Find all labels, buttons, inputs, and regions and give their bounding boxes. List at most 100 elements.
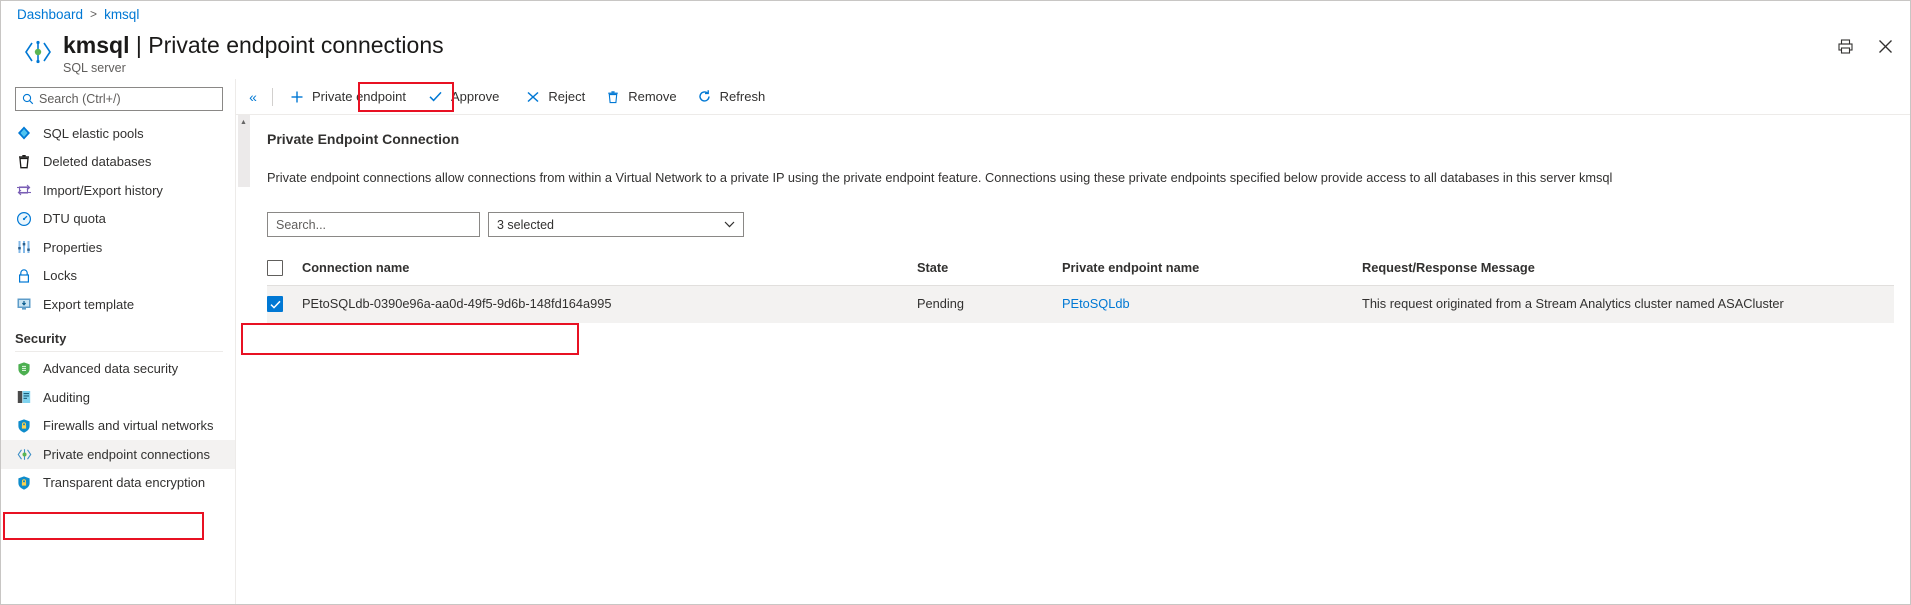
content-scroll-zone: ▲ Private Endpoint Connection Private en… — [236, 115, 1910, 604]
sidebar-item-label: SQL elastic pools — [43, 126, 144, 141]
sidebar-item-deleted-databases[interactable]: Deleted databases — [1, 148, 235, 177]
sidebar-item-label: Export template — [43, 297, 134, 312]
sidebar-item-export-template[interactable]: Export template — [1, 290, 235, 319]
main-panel: « Private endpoint — [236, 79, 1910, 604]
scrollbar-track[interactable] — [238, 115, 250, 604]
sidebar-item-locks[interactable]: Locks — [1, 262, 235, 291]
approve-button[interactable]: Approve — [418, 82, 509, 112]
table-filters: 3 selected — [267, 212, 1894, 237]
print-icon[interactable] — [1834, 35, 1856, 57]
cell-private-endpoint-name: PEtoSQLdb — [1062, 285, 1362, 323]
content-scrollbar[interactable]: ▲ — [236, 115, 251, 604]
checkmark-icon — [428, 89, 444, 105]
close-icon[interactable] — [1874, 35, 1896, 57]
shield-green-icon — [15, 360, 33, 378]
shield-lock-icon — [15, 474, 33, 492]
reject-button[interactable]: Reject — [515, 82, 595, 112]
column-header-state[interactable]: State — [917, 255, 1062, 285]
table-search-input[interactable] — [276, 218, 471, 232]
toolbar-button-label: Reject — [548, 89, 585, 104]
breadcrumb-item-kmsql[interactable]: kmsql — [104, 7, 139, 22]
toolbar-button-label: Approve — [451, 89, 499, 104]
sidebar-nav-list: SQL elastic pools Deleted databases — [1, 119, 235, 319]
table-body: PEtoSQLdb-0390e96a-aa0d-49f5-9d6b-148fd1… — [267, 285, 1894, 323]
chevron-down-icon — [724, 220, 735, 230]
collapse-sidebar-button[interactable]: « — [240, 82, 266, 112]
breadcrumb: Dashboard > kmsql — [1, 1, 1910, 27]
column-header-request-response-message[interactable]: Request/Response Message — [1362, 255, 1894, 285]
page-title-section: Private endpoint connections — [148, 32, 443, 58]
sidebar-item-private-endpoint-connections[interactable]: Private endpoint connections — [1, 440, 235, 469]
toolbar-button-label: Private endpoint — [312, 89, 406, 104]
toolbar-button-label: Refresh — [720, 89, 766, 104]
x-icon — [525, 89, 541, 105]
sidebar-item-advanced-data-security[interactable]: Advanced data security — [1, 355, 235, 384]
state-filter-value: 3 selected — [497, 218, 554, 232]
table-search[interactable] — [267, 212, 480, 237]
private-endpoint-icon — [15, 445, 33, 463]
cell-request-response-message: This request originated from a Stream An… — [1362, 285, 1894, 323]
sidebar-item-dtu-quota[interactable]: DTU quota — [1, 205, 235, 234]
scroll-up-arrow-icon[interactable]: ▲ — [236, 117, 251, 128]
breadcrumb-item-dashboard[interactable]: Dashboard — [17, 7, 83, 22]
row-checkbox-cell — [267, 285, 302, 323]
table-header-row: Connection name State Private endpoint n… — [267, 255, 1894, 285]
connections-table: Connection name State Private endpoint n… — [267, 255, 1894, 323]
section-title: Private Endpoint Connection — [267, 131, 1894, 147]
shield-lock-icon — [15, 417, 33, 435]
trash-icon — [15, 153, 33, 171]
private-endpoint-icon — [19, 33, 57, 71]
command-toolbar: « Private endpoint — [236, 79, 1910, 115]
sidebar-item-label: Advanced data security — [43, 361, 178, 376]
sidebar-item-import-export-history[interactable]: Import/Export history — [1, 176, 235, 205]
table-head: Connection name State Private endpoint n… — [267, 255, 1894, 285]
gauge-icon — [15, 210, 33, 228]
state-filter-dropdown[interactable]: 3 selected — [488, 212, 744, 237]
refresh-icon — [697, 89, 713, 105]
trash-icon — [605, 89, 621, 105]
checkmark-icon — [270, 300, 281, 309]
sidebar-search[interactable] — [15, 87, 223, 111]
sidebar-item-label: Properties — [43, 240, 102, 255]
highlight-box-selected-row — [251, 323, 579, 355]
column-header-private-endpoint-name[interactable]: Private endpoint name — [1062, 255, 1362, 285]
cell-state: Pending — [917, 285, 1062, 323]
sidebar-item-label: DTU quota — [43, 211, 106, 226]
export-template-icon — [15, 295, 33, 313]
private-endpoint-link[interactable]: PEtoSQLdb — [1062, 296, 1130, 311]
sidebar-item-auditing[interactable]: Auditing — [1, 383, 235, 412]
body-split: SQL elastic pools Deleted databases — [1, 79, 1910, 604]
cell-connection-name: PEtoSQLdb-0390e96a-aa0d-49f5-9d6b-148fd1… — [302, 285, 917, 323]
sidebar-search-input[interactable] — [39, 92, 222, 106]
page-title-separator: | — [136, 32, 142, 58]
sidebar-search-wrap — [1, 85, 235, 119]
lock-icon — [15, 267, 33, 285]
highlight-box-sidebar-selection — [3, 512, 204, 540]
remove-button[interactable]: Remove — [595, 82, 686, 112]
header-actions — [1834, 35, 1896, 57]
sidebar-item-label: Firewalls and virtual networks — [43, 418, 214, 433]
sidebar-item-label: Auditing — [43, 390, 90, 405]
sidebar-item-sql-elastic-pools[interactable]: SQL elastic pools — [1, 119, 235, 148]
row-checkbox[interactable] — [267, 296, 283, 312]
sidebar-item-label: Import/Export history — [43, 183, 163, 198]
refresh-button[interactable]: Refresh — [687, 82, 776, 112]
sidebar-item-label: Transparent data encryption — [43, 475, 205, 490]
search-icon — [22, 93, 34, 105]
private-endpoint-button[interactable]: Private endpoint — [279, 82, 416, 112]
page-title-resource: kmsql — [63, 32, 129, 58]
sidebar-item-transparent-data-encryption[interactable]: Transparent data encryption — [1, 469, 235, 498]
sidebar-item-properties[interactable]: Properties — [1, 233, 235, 262]
page-title-block: kmsql | Private endpoint connections SQL… — [63, 31, 444, 75]
sidebar-item-firewalls-and-virtual-networks[interactable]: Firewalls and virtual networks — [1, 412, 235, 441]
column-header-connection-name[interactable]: Connection name — [302, 255, 917, 285]
portal-window: Dashboard > kmsql kmsql | Private endpoi… — [0, 0, 1911, 605]
sidebar-divider — [15, 351, 223, 352]
sidebar-security-list: Advanced data security Auditing — [1, 355, 235, 498]
plus-icon — [289, 89, 305, 105]
sql-elastic-pools-icon — [15, 124, 33, 142]
table-row[interactable]: PEtoSQLdb-0390e96a-aa0d-49f5-9d6b-148fd1… — [267, 285, 1894, 323]
select-all-checkbox[interactable] — [267, 260, 283, 276]
content-area: Private Endpoint Connection Private endp… — [251, 115, 1910, 604]
sidebar-item-label: Locks — [43, 268, 77, 283]
